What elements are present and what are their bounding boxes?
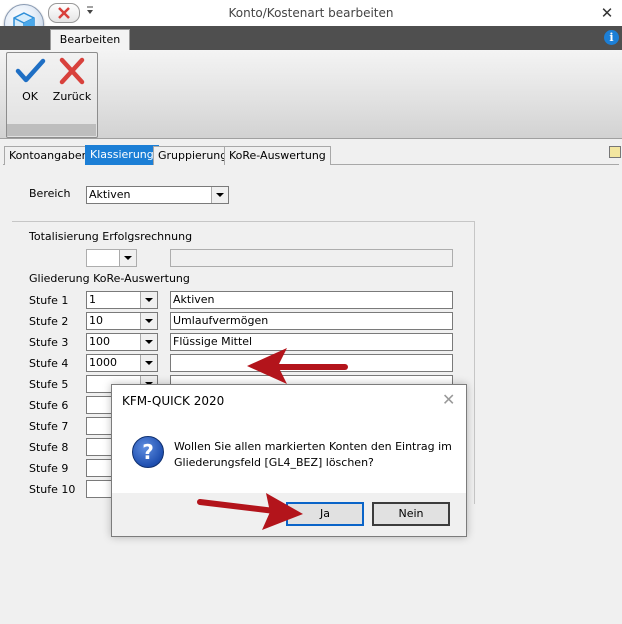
annotation-arrow-icon (197, 493, 303, 530)
annotation-arrow-icon (247, 348, 348, 384)
annotation-arrows (197, 348, 348, 530)
